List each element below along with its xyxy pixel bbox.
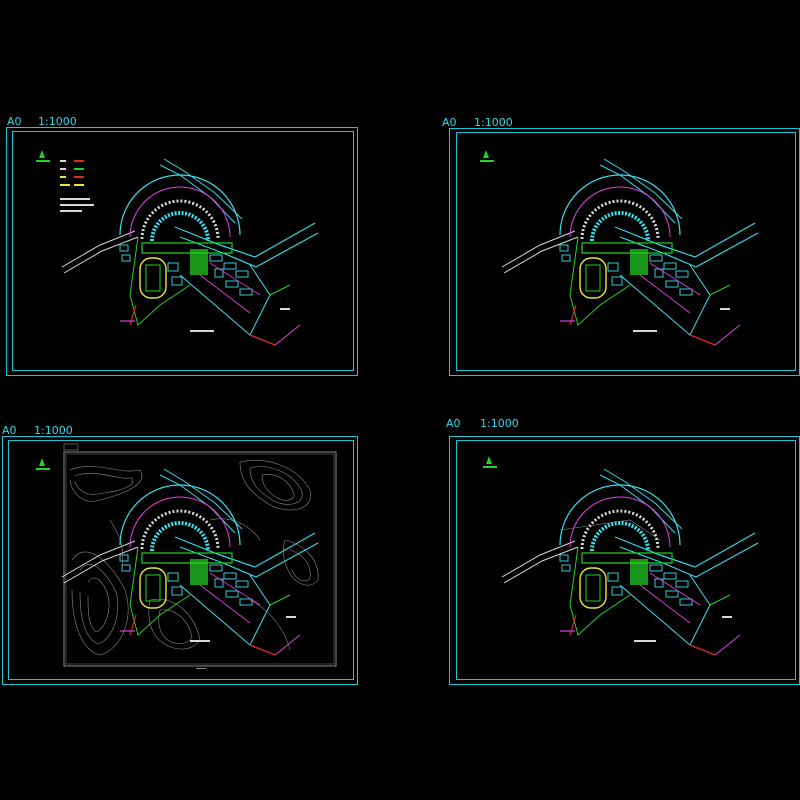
sheet-3-contours bbox=[69, 460, 319, 656]
sheet-1-title-mark bbox=[190, 330, 214, 332]
sheet-1-site-plan bbox=[36, 150, 320, 347]
drawing-canvas bbox=[36, 150, 760, 669]
sheet-2-north-icon bbox=[483, 150, 489, 158]
sheet-4-north-icon bbox=[486, 456, 492, 464]
sheet-3-topographic-plan bbox=[36, 443, 337, 669]
sheet-4-site-plan bbox=[483, 456, 760, 657]
sheet-3-north-icon bbox=[39, 458, 45, 466]
sheet-2-site-plan bbox=[480, 150, 760, 347]
sheet-1-legend bbox=[36, 150, 94, 212]
